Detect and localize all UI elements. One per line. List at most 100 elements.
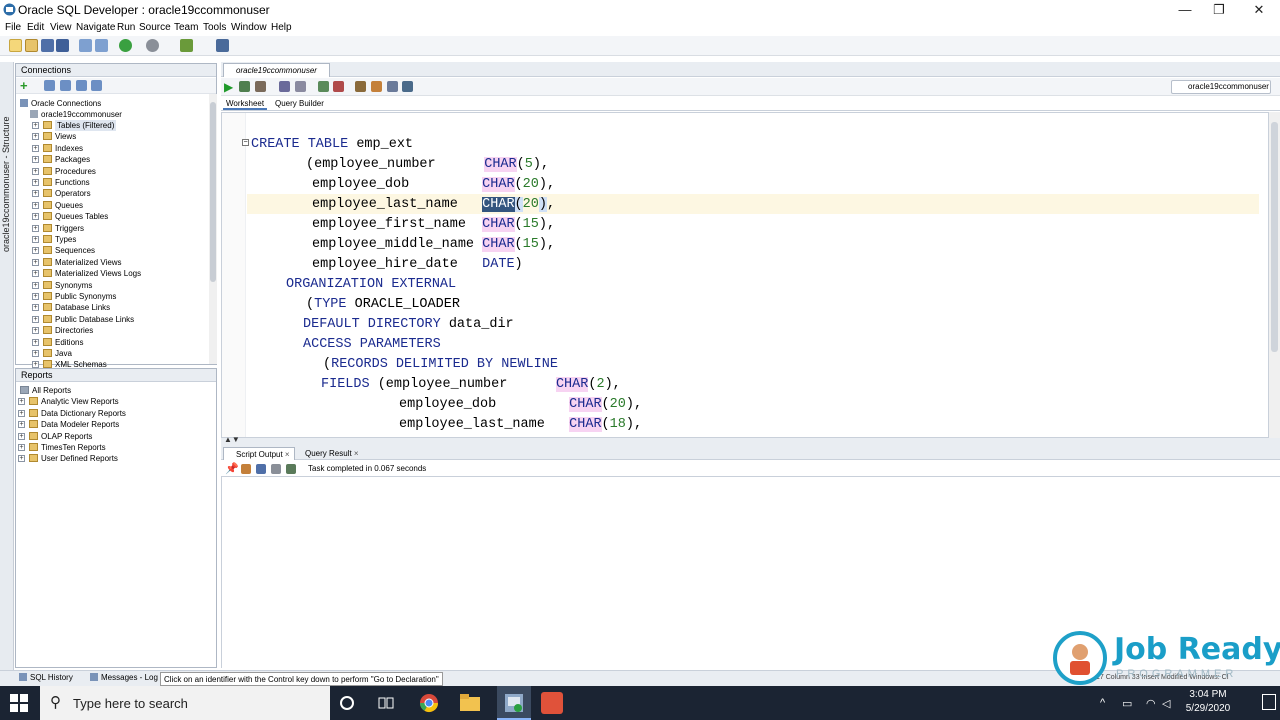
explain-plan-icon[interactable]	[279, 81, 290, 92]
splitter-arrows-icon[interactable]: ▲▼	[224, 435, 240, 444]
clear-output-icon[interactable]	[241, 464, 251, 474]
expand-icon[interactable]: +	[32, 258, 39, 266]
expand-icon[interactable]: +	[32, 156, 39, 164]
commit-icon[interactable]	[318, 81, 329, 92]
menu-navigate[interactable]: Navigate	[76, 22, 115, 33]
run-script-icon[interactable]	[239, 81, 250, 92]
tray-chevron-icon[interactable]: ^	[1100, 697, 1105, 709]
expand-icon[interactable]: +	[32, 236, 39, 243]
clear-icon[interactable]	[371, 81, 382, 92]
expand-icon[interactable]: +	[18, 398, 25, 406]
menu-window[interactable]: Window	[231, 22, 267, 33]
menu-run[interactable]: Run	[117, 22, 135, 33]
notifications-icon[interactable]	[1262, 694, 1276, 710]
tab-query-builder[interactable]: Query Builder	[275, 99, 324, 108]
tray-network-icon[interactable]: ▭	[1122, 697, 1132, 710]
expand-icon[interactable]: +	[32, 224, 39, 232]
redo-icon[interactable]	[95, 39, 108, 52]
panel-splitter[interactable]: ▲▼	[221, 435, 1280, 446]
format-icon[interactable]	[402, 81, 413, 92]
open-file-icon[interactable]	[286, 464, 296, 474]
menu-tools[interactable]: Tools	[203, 22, 226, 33]
menu-view[interactable]: View	[50, 22, 72, 33]
back-icon[interactable]	[119, 39, 132, 52]
expand-icon[interactable]: +	[32, 270, 39, 278]
expand-icon[interactable]: +	[32, 338, 39, 346]
chrome-icon[interactable]	[419, 693, 439, 713]
tab-messages-log[interactable]: Messages - Log	[90, 673, 158, 682]
menu-edit[interactable]: Edit	[27, 22, 44, 33]
windows-start-icon[interactable]	[10, 694, 28, 712]
schema-browser-icon[interactable]	[76, 80, 87, 91]
expand-icon[interactable]: +	[32, 144, 39, 152]
rollback-icon[interactable]	[333, 81, 344, 92]
expand-icon[interactable]: +	[18, 409, 25, 417]
expand-icon[interactable]: +	[32, 179, 39, 186]
taskbar-clock[interactable]: 3:04 PM 5/29/2020	[1178, 688, 1238, 716]
unshared-sql-icon[interactable]	[355, 81, 366, 92]
expand-icon[interactable]: +	[18, 432, 25, 440]
tray-volume-icon[interactable]: ◁	[1162, 697, 1170, 710]
undo-icon[interactable]	[79, 39, 92, 52]
menu-file[interactable]: File	[5, 22, 21, 33]
expand-icon[interactable]: +	[32, 133, 39, 141]
minimize-button[interactable]: —	[1166, 0, 1204, 20]
history-icon[interactable]	[387, 81, 398, 92]
save-icon[interactable]	[41, 39, 54, 52]
print-icon[interactable]	[271, 464, 281, 474]
tab-worksheet[interactable]: Worksheet	[223, 99, 268, 110]
expand-icon[interactable]: +	[32, 201, 39, 209]
expand-icon[interactable]: +	[32, 247, 39, 255]
forward-icon[interactable]	[146, 39, 159, 52]
expand-icon[interactable]: +	[32, 293, 39, 300]
add-connection-icon[interactable]: +	[20, 78, 28, 93]
expand-icon[interactable]: +	[18, 421, 25, 429]
menu-team[interactable]: Team	[174, 22, 198, 33]
expand-icon[interactable]: +	[32, 190, 39, 198]
filter-icon[interactable]	[60, 80, 71, 91]
expand-icon[interactable]: +	[32, 281, 39, 289]
save-all-icon[interactable]	[56, 39, 69, 52]
sql-tuning-icon[interactable]	[295, 81, 306, 92]
migrate-icon[interactable]	[180, 39, 193, 52]
file-explorer-icon[interactable]	[460, 694, 480, 712]
tree-oracle-connections[interactable]: Oracle Connections	[20, 98, 101, 109]
close-query-result-icon[interactable]: ×	[354, 449, 359, 458]
cortana-icon[interactable]	[339, 695, 355, 711]
collapse-icon[interactable]	[91, 80, 102, 91]
expand-icon[interactable]: +	[32, 122, 39, 129]
worksheet-tab[interactable]: oracle19ccommonuser	[223, 63, 330, 77]
sql-editor[interactable]: − CREATE TABLE emp_ext (employee_number …	[221, 112, 1269, 438]
close-button[interactable]: ✕	[1240, 0, 1278, 20]
expand-icon[interactable]: +	[32, 167, 39, 175]
extensions-icon[interactable]	[216, 39, 229, 52]
taskbar-search[interactable]: ⚲ Type here to search	[40, 686, 330, 720]
expand-icon[interactable]: +	[18, 455, 25, 463]
tab-query-result[interactable]: Query Result ×	[293, 447, 363, 460]
expand-icon[interactable]: +	[32, 315, 39, 323]
run-statement-icon[interactable]: ▶	[224, 80, 233, 94]
pin-icon[interactable]: 📌	[225, 462, 239, 475]
connection-select[interactable]: oracle19ccommonuser	[1171, 80, 1271, 94]
expand-icon[interactable]: +	[32, 213, 39, 221]
save-output-icon[interactable]	[256, 464, 266, 474]
new-icon[interactable]	[9, 39, 22, 52]
tab-sql-history[interactable]: SQL History	[19, 673, 73, 682]
menu-help[interactable]: Help	[271, 22, 292, 33]
expand-icon[interactable]: +	[32, 304, 39, 312]
expand-icon[interactable]: +	[32, 350, 39, 357]
refresh-icon[interactable]	[44, 80, 55, 91]
editor-scrollbar[interactable]	[1269, 112, 1280, 438]
open-icon[interactable]	[25, 39, 38, 52]
expand-icon[interactable]: +	[18, 444, 25, 451]
autotrace-icon[interactable]	[255, 81, 266, 92]
maximize-button[interactable]: ❐	[1200, 0, 1238, 20]
tree-connection[interactable]: oracle19ccommonuser	[30, 109, 122, 120]
close-script-output-icon[interactable]: ×	[285, 450, 290, 459]
expand-icon[interactable]: +	[32, 327, 39, 335]
task-view-icon[interactable]	[378, 695, 394, 711]
connections-scrollbar[interactable]	[209, 94, 217, 364]
menu-source[interactable]: Source	[139, 22, 171, 33]
fold-icon[interactable]: −	[242, 139, 249, 146]
tab-script-output[interactable]: Script Output ×	[223, 447, 295, 460]
